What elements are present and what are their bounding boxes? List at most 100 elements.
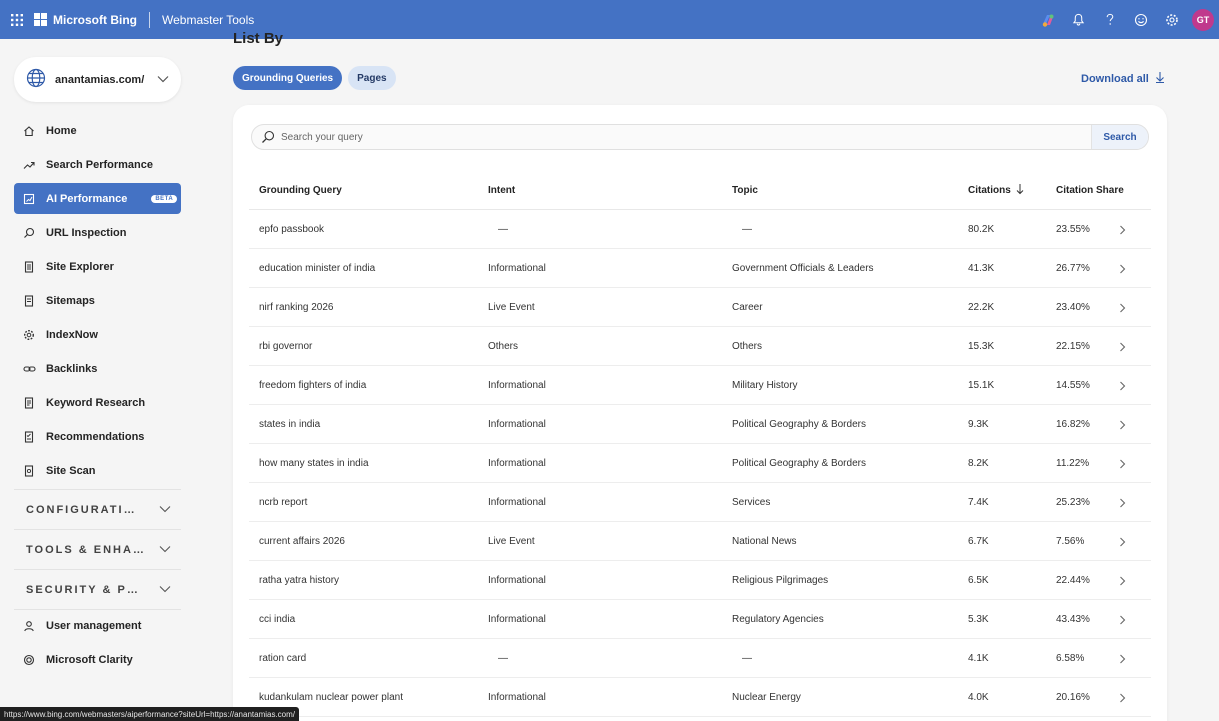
cell-topic: Government Officials & Leaders	[732, 263, 874, 274]
person-icon	[22, 619, 36, 633]
sidebar-item-microsoft-clarity[interactable]: Microsoft Clarity	[14, 644, 181, 675]
cell-share: 6.58%	[1056, 653, 1085, 664]
cell-intent: Informational	[488, 263, 546, 274]
sort-down-icon	[1016, 183, 1024, 198]
avatar[interactable]: GT	[1192, 8, 1214, 31]
column-header-citations[interactable]: Citations	[968, 171, 1024, 210]
chevron-right-icon[interactable]	[1119, 483, 1126, 522]
cell-citations: 41.3K	[968, 263, 995, 274]
table-row[interactable]: epfo passbook — — 80.2K 23.55%	[249, 210, 1151, 249]
table-row[interactable]: states in india Informational Political Ge…	[249, 405, 1151, 444]
cell-topic: Career	[732, 302, 763, 313]
cell-intent: —	[498, 224, 508, 235]
copilot-icon[interactable]	[1032, 0, 1063, 39]
table-row[interactable]: ration card — — 4.1K 6.58%	[249, 639, 1151, 678]
cell-intent: Live Event	[488, 302, 535, 313]
sidebar-section-tools[interactable]: TOOLS & ENHANCEMENTS	[14, 529, 181, 569]
sidebar-item-label: Backlinks	[46, 362, 98, 375]
table-row[interactable]: how many states in india Informational Pol…	[249, 444, 1151, 483]
help-icon[interactable]	[1094, 0, 1125, 39]
chevron-right-icon[interactable]	[1119, 678, 1126, 717]
sidebar-item-site-scan[interactable]: Site Scan	[14, 455, 181, 486]
table-row[interactable]: kudankulam nuclear power plant Informatio…	[249, 678, 1151, 717]
search-button[interactable]: Search	[1091, 125, 1148, 149]
sidebar-item-label: Sitemaps	[46, 294, 95, 307]
cell-citations: 6.7K	[968, 536, 989, 547]
tab-grounding-queries[interactable]: Grounding Queries	[233, 66, 343, 90]
sidebar-item-label: Home	[46, 124, 77, 137]
sidebar-item-indexnow[interactable]: IndexNow	[14, 319, 181, 350]
chevron-right-icon[interactable]	[1119, 366, 1126, 405]
sidebar-item-backlinks[interactable]: Backlinks	[14, 353, 181, 384]
cell-share: 14.55%	[1056, 380, 1090, 391]
sidebar-item-keyword-research[interactable]: Keyword Research	[14, 387, 181, 418]
chevron-right-icon[interactable]	[1119, 405, 1126, 444]
sidebar-item-label: Keyword Research	[46, 396, 146, 409]
cell-share: 23.55%	[1056, 224, 1090, 235]
cell-citations: 22.2K	[968, 302, 995, 313]
chevron-right-icon[interactable]	[1119, 561, 1126, 600]
chevron-right-icon[interactable]	[1119, 639, 1126, 678]
cell-intent: Live Event	[488, 536, 535, 547]
beta-badge: BETA	[151, 194, 178, 203]
chevron-down-icon[interactable]	[157, 74, 169, 86]
sidebar-section-configuration[interactable]: CONFIGURATION	[14, 489, 181, 529]
home-icon	[22, 124, 36, 138]
sidebar-item-label: Site Explorer	[46, 260, 114, 273]
top-bar: Microsoft Bing Webmaster Tools GT	[0, 0, 1219, 39]
cell-citations: 4.1K	[968, 653, 989, 664]
site-selector[interactable]: anantamias.com/	[14, 57, 181, 102]
table-row[interactable]: rbi governor Others Others 15.3K 22.15%	[249, 327, 1151, 366]
cell-topic: Military History	[732, 380, 798, 391]
brand[interactable]: Microsoft Bing Webmaster Tools	[34, 11, 254, 28]
sidebar-section-security[interactable]: SECURITY & PRIVACY	[14, 569, 181, 609]
cell-topic: —	[742, 224, 752, 235]
chevron-right-icon[interactable]	[1119, 444, 1126, 483]
cell-query: nirf ranking 2026	[259, 302, 334, 313]
table-row[interactable]: freedom fighters of india Informational Mi…	[249, 366, 1151, 405]
download-all-button[interactable]: Download all	[1081, 71, 1165, 86]
table-row[interactable]: ncrb report Informational Services 7.4K 25.2…	[249, 483, 1151, 522]
cell-topic: Services	[732, 497, 771, 508]
table-header: Grounding Query Intent Topic Citations C…	[249, 171, 1151, 210]
chevron-right-icon[interactable]	[1119, 522, 1126, 561]
cell-intent: Informational	[488, 614, 546, 625]
chevron-right-icon[interactable]	[1119, 600, 1126, 639]
column-header-grounding-query[interactable]: Grounding Query	[259, 171, 342, 210]
waffle-icon[interactable]	[0, 0, 34, 39]
sidebar-item-user-management[interactable]: User management	[14, 610, 181, 641]
chevron-right-icon[interactable]	[1119, 210, 1126, 249]
tab-pages[interactable]: Pages	[348, 66, 396, 90]
cell-intent: Informational	[488, 458, 546, 469]
search-input[interactable]	[281, 125, 1091, 149]
sidebar-item-site-explorer[interactable]: Site Explorer	[14, 251, 181, 282]
table-row[interactable]: nirf ranking 2026 Live Event Career 22.2K 23…	[249, 288, 1151, 327]
gear-icon[interactable]	[1156, 0, 1187, 39]
bell-icon[interactable]	[1063, 0, 1094, 39]
sidebar-item-url-inspection[interactable]: URL Inspection	[14, 217, 181, 248]
cell-share: 7.56%	[1056, 536, 1085, 547]
table-row[interactable]: ratha yatra history Informational Religiou…	[249, 561, 1151, 600]
column-header-intent[interactable]: Intent	[488, 171, 515, 210]
sidebar-item-recommendations[interactable]: Recommendations	[14, 421, 181, 452]
column-header-citation-share[interactable]: Citation Share	[1056, 171, 1124, 210]
section-label: SECURITY & PRIVACY	[26, 583, 144, 596]
feedback-smiley-icon[interactable]	[1125, 0, 1156, 39]
sidebar-item-ai-performance[interactable]: AI Performance BETA	[14, 183, 181, 214]
sidebar-item-search-performance[interactable]: Search Performance	[14, 149, 181, 180]
section-label: CONFIGURATION	[26, 503, 144, 516]
ai-icon	[22, 192, 36, 206]
chevron-right-icon[interactable]	[1119, 249, 1126, 288]
table-row[interactable]: cci india Informational Regulatory Agencie…	[249, 600, 1151, 639]
table-row[interactable]: education minister of india Informational…	[249, 249, 1151, 288]
table-row[interactable]: current affairs 2026 Live Event National N…	[249, 522, 1151, 561]
column-header-topic[interactable]: Topic	[732, 171, 758, 210]
chevron-right-icon[interactable]	[1119, 327, 1126, 366]
chevron-right-icon[interactable]	[1119, 288, 1126, 327]
sidebar-item-sitemaps[interactable]: Sitemaps	[14, 285, 181, 316]
brand-divider	[149, 11, 150, 28]
cell-citations: 15.3K	[968, 341, 995, 352]
sidebar-item-home[interactable]: Home	[14, 115, 181, 146]
cell-topic: Political Geography & Borders	[732, 419, 866, 430]
search-bar: Search	[251, 124, 1149, 150]
